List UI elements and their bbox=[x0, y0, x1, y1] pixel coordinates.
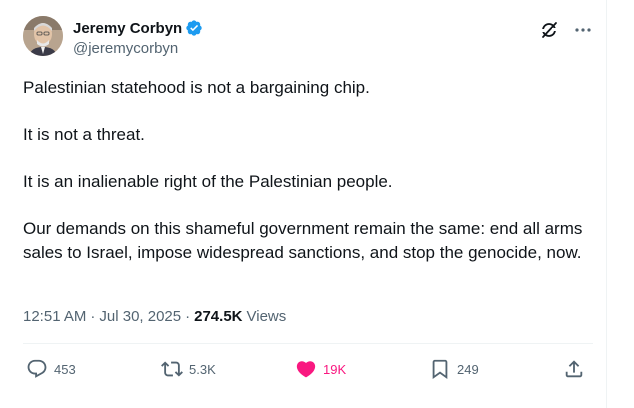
author-handle[interactable]: @jeremycorbyn bbox=[73, 40, 203, 57]
share-button[interactable] bbox=[563, 358, 585, 380]
views-count[interactable]: 274.5K bbox=[194, 308, 242, 325]
tweet-header: Jeremy Corbyn @jeremycorbyn bbox=[23, 16, 593, 64]
tweet-top-actions bbox=[539, 20, 593, 40]
grok-icon[interactable] bbox=[539, 20, 559, 40]
meta-separator: · bbox=[185, 307, 191, 325]
reply-button[interactable]: 453 bbox=[26, 358, 76, 380]
like-button[interactable]: 19K bbox=[295, 358, 346, 380]
tweet-paragraph: It is not a threat. bbox=[23, 125, 145, 144]
column-border bbox=[606, 0, 607, 408]
bookmark-icon bbox=[429, 358, 451, 380]
verified-badge-icon bbox=[185, 19, 203, 37]
tweet-paragraph: Palestinian statehood is not a bargainin… bbox=[23, 78, 370, 97]
author-info: Jeremy Corbyn @jeremycorbyn bbox=[73, 18, 203, 57]
tweet-metadata: 12:51 AM · Jul 30, 2025 · 274.5K Views bbox=[23, 306, 286, 326]
tweet-paragraph: Our demands on this shameful government … bbox=[23, 219, 583, 262]
bookmark-count: 249 bbox=[457, 361, 479, 377]
retweet-count: 5.3K bbox=[189, 361, 216, 377]
tweet-action-bar: 453 5.3K 19K 249 bbox=[23, 358, 593, 380]
share-icon bbox=[563, 358, 585, 380]
heart-icon bbox=[295, 358, 317, 380]
bookmark-button[interactable]: 249 bbox=[429, 358, 479, 380]
retweet-button[interactable]: 5.3K bbox=[161, 358, 216, 380]
tweet-text: Palestinian statehood is not a bargainin… bbox=[23, 76, 583, 264]
like-count: 19K bbox=[323, 361, 347, 377]
avatar[interactable] bbox=[23, 16, 63, 56]
meta-separator: · bbox=[90, 307, 96, 325]
tweet-date[interactable]: Jul 30, 2025 bbox=[99, 308, 181, 325]
author-display-name[interactable]: Jeremy Corbyn bbox=[73, 20, 182, 37]
views-label[interactable]: Views bbox=[247, 308, 287, 325]
tweet-card: Jeremy Corbyn @jeremycorbyn Palestinian … bbox=[0, 0, 606, 408]
retweet-icon bbox=[161, 358, 183, 380]
tweet-time[interactable]: 12:51 AM bbox=[23, 308, 86, 325]
divider bbox=[23, 343, 593, 344]
tweet-paragraph: It is an inalienable right of the Palest… bbox=[23, 172, 393, 191]
reply-icon bbox=[26, 358, 48, 380]
more-icon[interactable] bbox=[573, 20, 593, 40]
reply-count: 453 bbox=[54, 361, 76, 377]
